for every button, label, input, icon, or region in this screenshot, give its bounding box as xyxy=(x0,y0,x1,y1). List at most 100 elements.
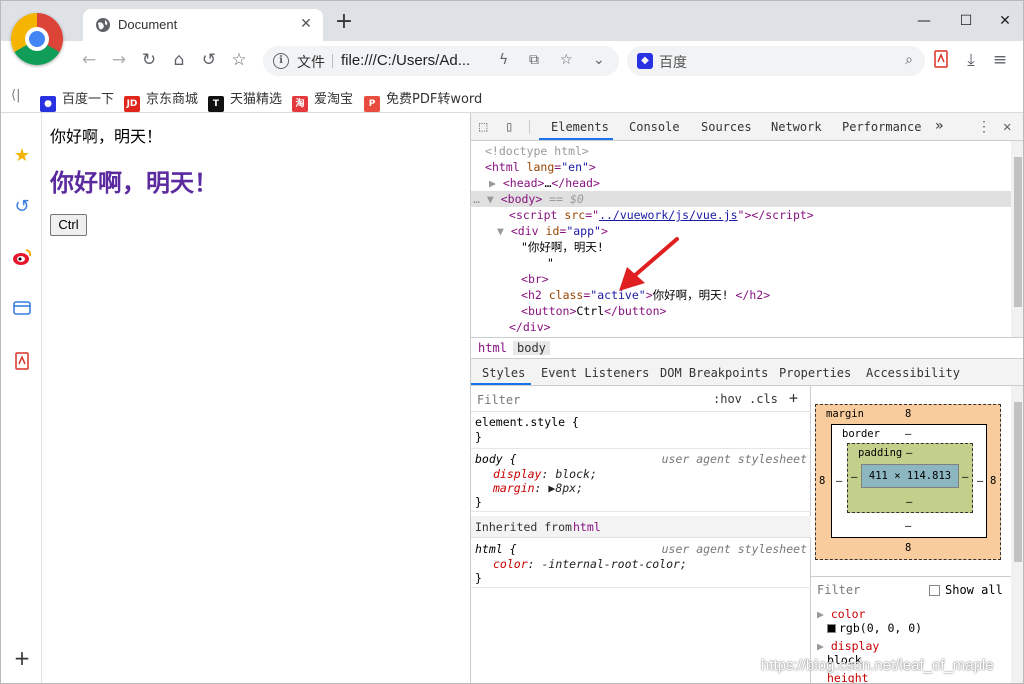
weibo-icon[interactable] xyxy=(11,248,33,270)
history-icon[interactable]: ↺ xyxy=(11,196,33,218)
color-swatch[interactable] xyxy=(827,624,836,633)
info-icon[interactable]: i xyxy=(273,53,289,69)
new-tab-button[interactable]: + xyxy=(334,11,354,33)
styles-scrollbar[interactable] xyxy=(1011,386,1023,683)
ctrl-button[interactable]: Ctrl xyxy=(50,214,87,236)
bookmark-baidu[interactable]: ● 百度一下 xyxy=(40,88,114,112)
dom-head[interactable]: ▶ <head>…</head> xyxy=(471,175,1011,191)
tab-properties[interactable]: Properties xyxy=(779,366,851,380)
dom-div-close[interactable]: </div> xyxy=(471,319,1011,335)
inspect-element-icon[interactable]: ⬚ xyxy=(479,119,487,135)
tab-close-icon[interactable]: ✕ xyxy=(297,15,315,33)
box-model-content[interactable]: 411 × 114.813 xyxy=(861,464,959,488)
ua-stylesheet-link-2[interactable]: user agent stylesheet xyxy=(662,542,807,556)
jd-icon: JD xyxy=(124,96,140,112)
browser-tab[interactable]: Document ✕ xyxy=(83,9,323,41)
dom-html-open[interactable]: <html lang="en"> xyxy=(471,159,1011,175)
dom-text-node[interactable]: "你好啊，明天! xyxy=(471,239,1011,255)
devtools-panel: ⬚ ▯ Elements Console Sources Network Per… xyxy=(470,113,1023,683)
back-arrow-icon[interactable]: ← xyxy=(79,50,99,70)
breadcrumb: html body xyxy=(471,337,1023,359)
breadcrumb-html[interactable]: html xyxy=(474,341,511,355)
dom-scrollbar-thumb[interactable] xyxy=(1014,157,1022,307)
rule-body: body { user agent stylesheet display: bl… xyxy=(471,449,811,512)
tab-event-listeners[interactable]: Event Listeners xyxy=(541,366,649,380)
device-toolbar-icon[interactable]: ▯ xyxy=(505,119,513,135)
styles-tab-bar: Styles Event Listeners DOM Breakpoints P… xyxy=(471,359,1023,386)
hov-button[interactable]: :hov xyxy=(713,392,742,406)
bookmark-star-icon[interactable]: ☆ xyxy=(229,50,249,70)
forward-arrow-icon[interactable]: → xyxy=(109,50,129,70)
search-box[interactable]: ◆ 百度 ⌕ xyxy=(627,46,925,76)
dom-script[interactable]: <script src="../vuework/js/vue.js"></scr… xyxy=(471,207,1011,223)
tab-sources[interactable]: Sources xyxy=(701,120,752,134)
box-model-padding[interactable]: padding – – – – 411 × 114.813 xyxy=(847,443,973,513)
lightning-icon[interactable]: ϟ xyxy=(499,52,508,68)
maximize-button[interactable]: ☐ xyxy=(951,9,981,33)
computed-color[interactable]: ▶ color xyxy=(817,607,865,621)
window-panel-icon[interactable] xyxy=(11,300,33,322)
pdf-icon[interactable] xyxy=(931,50,951,70)
bookmark-jd[interactable]: JD 京东商城 xyxy=(124,88,198,112)
cls-button[interactable]: .cls xyxy=(749,392,778,406)
styles-scrollbar-thumb[interactable] xyxy=(1014,402,1022,562)
dom-tree: <!doctype html> <html lang="en"> ▶ <head… xyxy=(471,141,1023,337)
box-model-border[interactable]: border – – – – padding – – – – 411 × 114… xyxy=(831,424,987,538)
bookmark-pdf-to-word[interactable]: P 免费PDF转word xyxy=(364,88,482,112)
star-icon[interactable]: ☆ xyxy=(560,52,573,68)
home-icon[interactable]: ⌂ xyxy=(169,50,189,70)
pdf-sidebar-icon[interactable] xyxy=(11,352,33,374)
taobao-icon: 淘 xyxy=(292,96,308,112)
reload-icon[interactable]: ↻ xyxy=(139,50,159,70)
menu-icon[interactable]: ≡ xyxy=(990,50,1010,70)
more-tabs-icon[interactable]: » xyxy=(935,118,943,134)
ua-stylesheet-link[interactable]: user agent stylesheet xyxy=(662,452,807,466)
breadcrumb-body[interactable]: body xyxy=(513,341,550,355)
dom-body-selected[interactable]: … ▼ <body> == $0 xyxy=(471,191,1011,207)
url-scheme-label: 文件 xyxy=(297,55,325,71)
box-model-margin[interactable]: margin 8 8 8 8 border – – – – padding – … xyxy=(815,404,1001,560)
add-sidebar-icon[interactable]: + xyxy=(11,647,33,669)
undo-icon[interactable]: ↺ xyxy=(199,50,219,70)
dom-br[interactable]: <br> xyxy=(471,271,1011,287)
translate-icon[interactable]: ⧉ xyxy=(529,52,539,68)
download-icon[interactable]: ⤓ xyxy=(961,50,981,70)
minimize-button[interactable]: — xyxy=(909,9,939,33)
browser-toolbar: ← → ↻ ⌂ ↺ ☆ i 文件 file:///C:/Users/Ad... … xyxy=(1,41,1023,79)
tab-elements[interactable]: Elements xyxy=(551,120,609,134)
bookmarks-bar: ⟨| ● 百度一下 JD 京东商城 T 天猫精选 淘爱淘宝 P 免费PDF转word xyxy=(1,79,1023,113)
chevron-down-icon[interactable]: ⌄ xyxy=(593,52,605,68)
baidu-paw-icon: ◆ xyxy=(637,53,653,69)
tab-console[interactable]: Console xyxy=(629,120,680,134)
sidebar-toggle-icon[interactable]: ⟨| xyxy=(11,88,20,106)
bookmark-tmall[interactable]: T 天猫精选 xyxy=(208,88,282,112)
close-window-button[interactable]: ✕ xyxy=(990,9,1020,33)
url-text[interactable]: file:///C:/Users/Ad... xyxy=(341,52,470,69)
dom-button[interactable]: <button>Ctrl</button> xyxy=(471,303,1011,319)
red-arrow-annotation xyxy=(619,237,679,291)
show-all-checkbox[interactable]: Show all xyxy=(929,583,1003,597)
search-placeholder: 百度 xyxy=(659,55,687,71)
tab-dom-breakpoints[interactable]: DOM Breakpoints xyxy=(660,366,768,380)
tmall-icon: T xyxy=(208,96,224,112)
computed-display[interactable]: ▶ display xyxy=(817,639,879,653)
computed-filter-input[interactable]: Filter xyxy=(817,583,860,597)
add-rule-button[interactable]: + xyxy=(789,389,798,407)
devtools-menu-icon[interactable]: ⋮ xyxy=(977,119,991,135)
tab-styles[interactable]: Styles xyxy=(482,366,525,380)
page-heading: 你好啊，明天！ xyxy=(50,169,218,197)
bookmark-taobao[interactable]: 淘爱淘宝 xyxy=(292,88,353,112)
dom-scrollbar[interactable] xyxy=(1011,141,1023,337)
search-icon[interactable]: ⌕ xyxy=(905,52,913,68)
tab-network[interactable]: Network xyxy=(771,120,822,134)
dom-h2[interactable]: <h2 class="active">你好啊，明天! </h2> xyxy=(471,287,1011,303)
address-bar[interactable]: i 文件 file:///C:/Users/Ad... ϟ ⧉ ☆ ⌄ xyxy=(263,46,619,76)
favorites-star-icon[interactable]: ★ xyxy=(11,145,33,167)
styles-filter-input[interactable]: Filter xyxy=(477,393,520,407)
tab-performance[interactable]: Performance xyxy=(842,120,921,134)
devtools-close-icon[interactable]: ✕ xyxy=(1003,119,1011,135)
tab-accessibility[interactable]: Accessibility xyxy=(866,366,960,380)
dom-div-app[interactable]: ▼ <div id="app"> xyxy=(471,223,1011,239)
dom-doctype[interactable]: <!doctype html> xyxy=(471,143,1011,159)
tab-title: Document xyxy=(118,17,178,32)
